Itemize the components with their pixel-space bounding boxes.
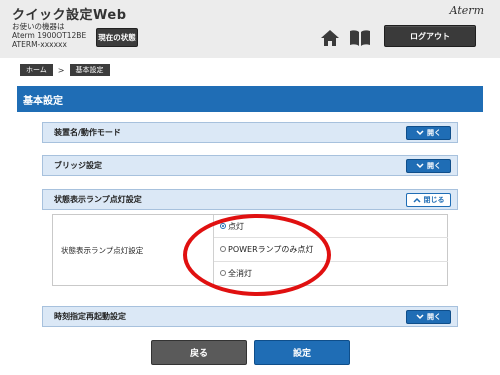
breadcrumb-current: 基本設定 — [69, 64, 110, 76]
breadcrumb: ホーム > 基本設定 — [20, 64, 110, 76]
radio-label: 全消灯 — [228, 268, 252, 278]
open-button[interactable]: 開く — [406, 126, 451, 140]
radio-label: 点灯 — [228, 221, 244, 231]
section-device-mode[interactable]: 装置名/動作モード 開く — [42, 122, 458, 143]
chevron-up-icon — [412, 197, 421, 203]
chevron-down-icon — [416, 130, 424, 136]
section-bridge[interactable]: ブリッジ設定 開く — [42, 155, 458, 176]
breadcrumb-separator: > — [57, 65, 65, 75]
device-ssid: ATERM-xxxxxx — [12, 40, 67, 49]
radio-option-all-off[interactable]: 全消灯 — [214, 262, 448, 285]
logout-button[interactable]: ログアウト — [384, 25, 476, 47]
device-model: Aterm 1900OT12BE — [12, 31, 87, 40]
section-lamp[interactable]: 状態表示ランプ点灯設定 閉じる — [42, 189, 458, 210]
device-info: お使いの機器は Aterm 1900OT12BE ATERM-xxxxxx — [12, 22, 86, 49]
toggle-label: 開く — [427, 313, 441, 321]
toggle-label: 閉じる — [423, 196, 445, 204]
radio-button[interactable] — [220, 246, 226, 253]
lamp-settings-panel: 状態表示ランプ点灯設定 点灯 POWERランプのみ点灯 全消灯 — [52, 214, 448, 286]
toggle-label: 開く — [427, 129, 441, 137]
radio-option-power-only[interactable]: POWERランプのみ点灯 — [214, 238, 448, 262]
section-label: ブリッジ設定 — [54, 161, 102, 170]
lamp-options: 点灯 POWERランプのみ点灯 全消灯 — [213, 215, 448, 285]
section-label: 時刻指定再起動設定 — [54, 312, 126, 321]
open-button[interactable]: 開く — [406, 310, 451, 324]
header: クイック設定Web お使いの機器は Aterm 1900OT12BE ATERM… — [0, 0, 500, 58]
section-label: 状態表示ランプ点灯設定 — [54, 195, 142, 204]
radio-option-on[interactable]: 点灯 — [214, 215, 448, 239]
section-reboot[interactable]: 時刻指定再起動設定 開く — [42, 306, 458, 327]
breadcrumb-home[interactable]: ホーム — [20, 64, 53, 76]
radio-button[interactable] — [220, 223, 226, 230]
device-caption: お使いの機器は — [12, 22, 65, 31]
apply-settings-button[interactable]: 設定 — [254, 340, 350, 365]
manual-book-icon[interactable] — [348, 28, 372, 48]
section-label: 装置名/動作モード — [54, 128, 121, 137]
home-icon[interactable] — [320, 28, 340, 48]
brand-logo: Aterm — [449, 4, 484, 17]
lamp-field-label: 状態表示ランプ点灯設定 — [61, 245, 144, 255]
open-button[interactable]: 開く — [406, 159, 451, 173]
back-button[interactable]: 戻る — [151, 340, 247, 365]
radio-button[interactable] — [220, 270, 226, 277]
radio-label: POWERランプのみ点灯 — [228, 244, 314, 254]
chevron-down-icon — [416, 314, 424, 320]
toggle-label: 開く — [427, 162, 441, 170]
chevron-down-icon — [416, 163, 424, 169]
current-status-button[interactable]: 現在の状態 — [96, 28, 138, 47]
app-title: クイック設定Web — [12, 8, 127, 23]
page-title: 基本設定 — [17, 86, 483, 112]
close-button[interactable]: 閉じる — [406, 193, 451, 207]
